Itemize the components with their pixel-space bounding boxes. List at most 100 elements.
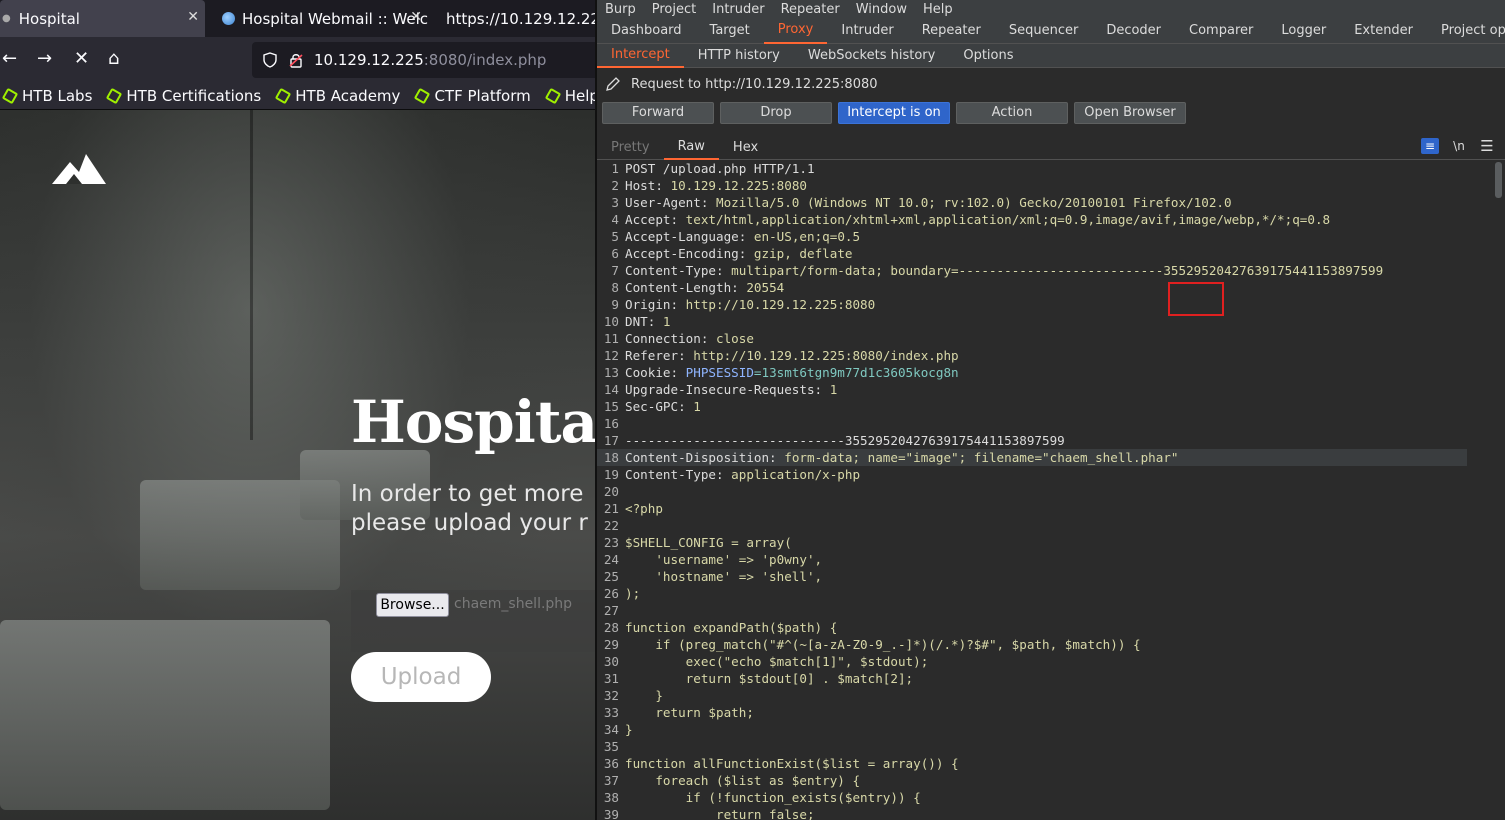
menu-project[interactable]: Project xyxy=(652,2,696,17)
header-value: } xyxy=(625,688,663,703)
burp-main-tabs: Dashboard Target Proxy Intruder Repeater… xyxy=(597,19,1505,44)
tab-comparer[interactable]: Comparer xyxy=(1175,19,1267,43)
tab-raw[interactable]: Raw xyxy=(663,135,719,160)
drop-button[interactable]: Drop xyxy=(720,102,832,124)
loading-dot-icon: ● xyxy=(2,13,11,24)
request-line: 12 Referer: http://10.129.12.225:8080/ind… xyxy=(597,347,1497,364)
cookie-name: PHPSESSID xyxy=(678,365,754,380)
url-bar[interactable]: 10.129.12.225:8080/index.php xyxy=(252,42,595,78)
hospital-page: Hospital In order to get more please upl… xyxy=(0,110,595,820)
action-button[interactable]: Action xyxy=(956,102,1068,124)
bookmark-help-center[interactable]: Help Center xyxy=(543,87,595,105)
line-number: 27 xyxy=(603,603,619,618)
request-line: 8 Content-Length: 20554 xyxy=(597,279,1497,296)
tab-intercept[interactable]: Intercept xyxy=(597,43,684,68)
line-number: 6 xyxy=(611,246,619,261)
request-editor[interactable]: 1 POST /upload.php HTTP/1.1 2 Host: 10.129.… xyxy=(597,160,1497,820)
line-content: } xyxy=(625,721,633,738)
back-icon[interactable]: ← xyxy=(2,49,17,69)
header-value: $SHELL_CONFIG = array( xyxy=(625,535,792,550)
line-number: 35 xyxy=(603,739,619,754)
browse-button[interactable]: Browse... xyxy=(376,593,449,617)
line-number: 33 xyxy=(603,705,619,720)
header-value: -----------------------------35529520427… xyxy=(625,433,1065,448)
intercept-toggle-button[interactable]: Intercept is on xyxy=(838,102,950,124)
upload-button[interactable]: Upload xyxy=(351,652,491,702)
line-content: Accept-Encoding: gzip, deflate xyxy=(625,245,852,262)
menu-icon[interactable]: ☰ xyxy=(1478,138,1496,154)
tab-dashboard[interactable]: Dashboard xyxy=(597,19,696,43)
header-value: form-data; name="image"; filename="chaem… xyxy=(776,450,1179,465)
editor-scrollbar[interactable] xyxy=(1495,162,1502,198)
header-value: 'hostname' => 'shell', xyxy=(625,569,823,584)
home-icon[interactable]: ⌂ xyxy=(108,49,119,69)
menu-burp[interactable]: Burp xyxy=(605,2,636,17)
header-value: http://10.129.12.225:8080/index.php xyxy=(685,348,959,363)
line-content: 'username' => 'p0wny', xyxy=(625,551,822,568)
header-value: } xyxy=(625,722,633,737)
request-line: 10 DNT: 1 xyxy=(597,313,1497,330)
line-number: 8 xyxy=(611,280,619,295)
line-number: 21 xyxy=(603,501,619,516)
open-browser-button[interactable]: Open Browser xyxy=(1074,102,1186,124)
forward-icon[interactable]: → xyxy=(37,49,52,69)
bookmark-htb-labs[interactable]: HTB Labs xyxy=(0,87,92,105)
header-name: Upgrade-Insecure-Requests: xyxy=(625,382,823,397)
line-number: 38 xyxy=(603,790,619,805)
line-number: 15 xyxy=(603,399,619,414)
tab-repeater[interactable]: Repeater xyxy=(908,19,995,43)
close-tab-icon[interactable]: ✕ xyxy=(410,9,422,25)
browser-tab-https[interactable]: https://10.129.12.225/: xyxy=(446,0,595,37)
header-name: Cookie: xyxy=(625,365,679,380)
browser-tab-hospital[interactable]: ● Hospital ✕ xyxy=(0,0,205,37)
tab-intruder[interactable]: Intruder xyxy=(827,19,907,43)
tab-proxy[interactable]: Proxy xyxy=(763,18,828,44)
tab-extender[interactable]: Extender xyxy=(1340,19,1427,43)
bookmark-ctf-platform[interactable]: CTF Platform xyxy=(412,87,531,105)
tab-project-options[interactable]: Project option xyxy=(1427,19,1505,43)
newline-toggle[interactable]: \n xyxy=(1450,138,1468,154)
menu-window[interactable]: Window xyxy=(856,2,907,17)
header-name: Content-Type: xyxy=(625,263,724,278)
header-name: Connection: xyxy=(625,331,709,346)
browser-tab-webmail[interactable]: Hospital Webmail :: Welc ✕ xyxy=(222,0,432,37)
tab-logger[interactable]: Logger xyxy=(1267,19,1340,43)
menu-intruder[interactable]: Intruder xyxy=(712,2,764,17)
tab-hex[interactable]: Hex xyxy=(719,136,772,159)
wrap-icon[interactable]: ≡ xyxy=(1421,138,1439,154)
tab-websockets-history[interactable]: WebSockets history xyxy=(794,44,949,67)
header-value: 'username' => 'p0wny', xyxy=(625,552,823,567)
header-value: http://10.129.12.225:8080 xyxy=(678,297,876,312)
htb-cube-icon xyxy=(544,87,561,104)
forward-button[interactable]: Forward xyxy=(602,102,714,124)
menu-help[interactable]: Help xyxy=(923,2,953,17)
bookmark-htb-academy[interactable]: HTB Academy xyxy=(273,87,400,105)
request-line: 13 Cookie: PHPSESSID=13smt6tgn9m77d1c3605… xyxy=(597,364,1497,381)
tab-pretty[interactable]: Pretty xyxy=(597,136,664,159)
tab-sequencer[interactable]: Sequencer xyxy=(995,19,1092,43)
pencil-icon[interactable] xyxy=(605,76,621,92)
line-content: Sec-GPC: 1 xyxy=(625,398,701,415)
header-value: return $path; xyxy=(625,705,754,720)
tab-title: https://10.129.12.225/: xyxy=(446,9,595,28)
request-line: 5 Accept-Language: en-US,en;q=0.5 xyxy=(597,228,1497,245)
tab-options[interactable]: Options xyxy=(949,44,1027,67)
header-name: Content-Length: xyxy=(625,280,739,295)
request-line: 3 User-Agent: Mozilla/5.0 (Windows NT 10.… xyxy=(597,194,1497,211)
bookmark-htb-certifications[interactable]: HTB Certifications xyxy=(104,87,261,105)
tab-http-history[interactable]: HTTP history xyxy=(684,44,794,67)
stop-loading-icon[interactable]: ✕ xyxy=(74,49,89,69)
tab-decoder[interactable]: Decoder xyxy=(1092,19,1175,43)
htb-cube-icon xyxy=(1,87,19,104)
hospital-logo-icon xyxy=(52,154,106,184)
line-content: ); xyxy=(625,585,640,602)
tab-target[interactable]: Target xyxy=(696,19,764,43)
bookmark-label: HTB Labs xyxy=(22,86,93,105)
close-tab-icon[interactable]: ✕ xyxy=(187,9,199,25)
header-value: en-US,en;q=0.5 xyxy=(746,229,861,244)
menu-repeater[interactable]: Repeater xyxy=(781,2,840,17)
request-line: 24 'username' => 'p0wny', xyxy=(597,551,1497,568)
line-content: Connection: close xyxy=(625,330,754,347)
request-line: 14 Upgrade-Insecure-Requests: 1 xyxy=(597,381,1497,398)
shield-icon xyxy=(263,52,277,68)
